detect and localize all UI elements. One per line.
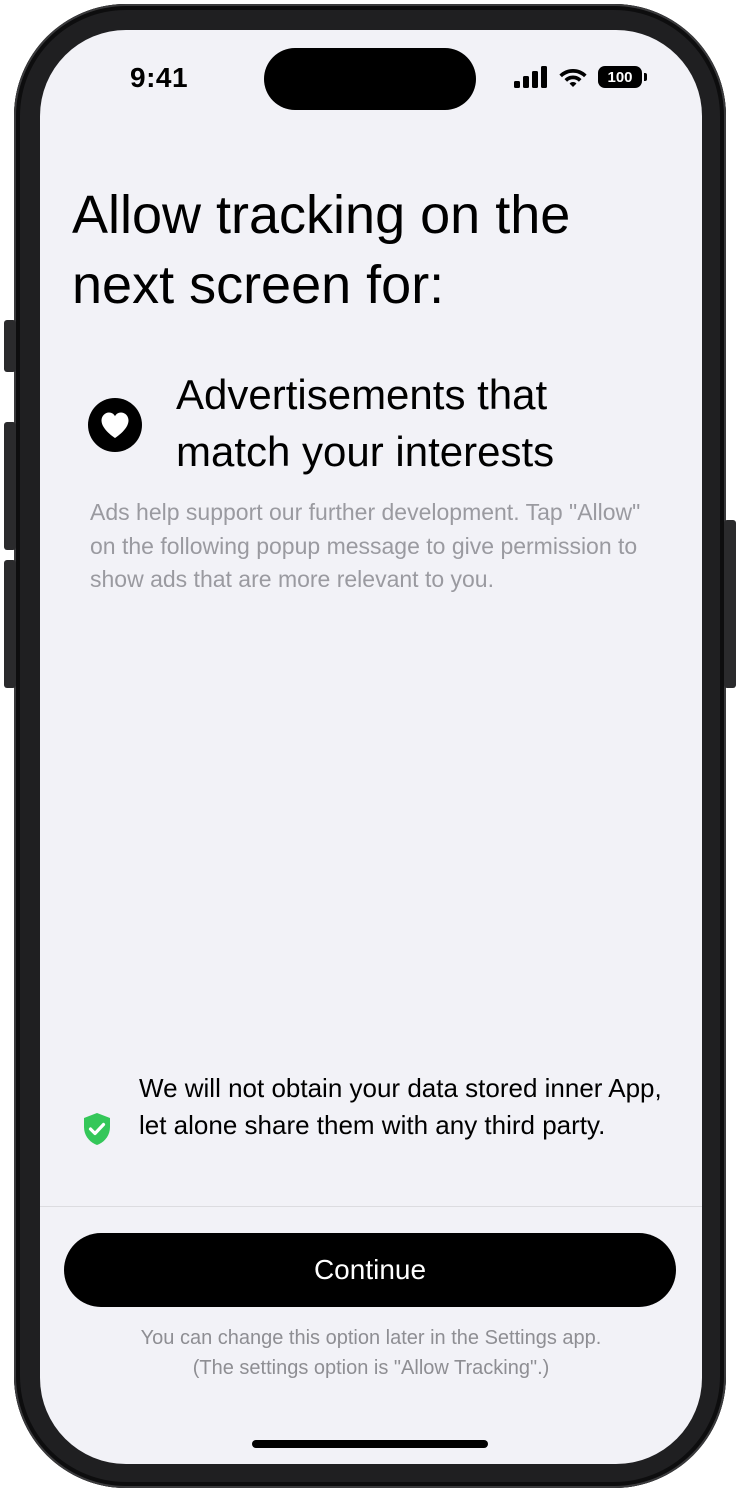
home-indicator[interactable] [252,1440,488,1448]
footnote-line-2: (The settings option is "Allow Tracking"… [192,1357,550,1379]
power-button [724,520,736,688]
wifi-icon [559,69,587,87]
volume-up-button [4,422,16,550]
feature-description: Ads help support our further development… [90,499,641,592]
privacy-notice: We will not obtain your data stored inne… [82,1070,672,1190]
battery-level: 100 [607,68,633,86]
divider [40,1206,702,1207]
battery-icon: 100 [598,66,647,88]
footnote-line-1: You can change this option later in the … [140,1327,602,1349]
settings-footnote: You can change this option later in the … [40,1323,702,1383]
dynamic-island [264,48,476,110]
heart-icon [88,398,142,452]
cellular-signal-icon [514,66,547,88]
page-title: Allow tracking on the next screen for: [72,185,571,315]
status-time: 9:41 [130,62,189,93]
status-icons: 100 [514,66,647,88]
continue-button[interactable]: Continue [64,1233,676,1307]
feature-title: Advertisements that match your interests [176,371,555,475]
volume-down-button [4,560,16,688]
screen: 9:41 100 Allow tracking on the next scre… [40,30,702,1464]
silent-switch [4,320,16,372]
shield-check-icon [84,1113,110,1145]
privacy-text: We will not obtain your data stored inne… [139,1073,662,1140]
